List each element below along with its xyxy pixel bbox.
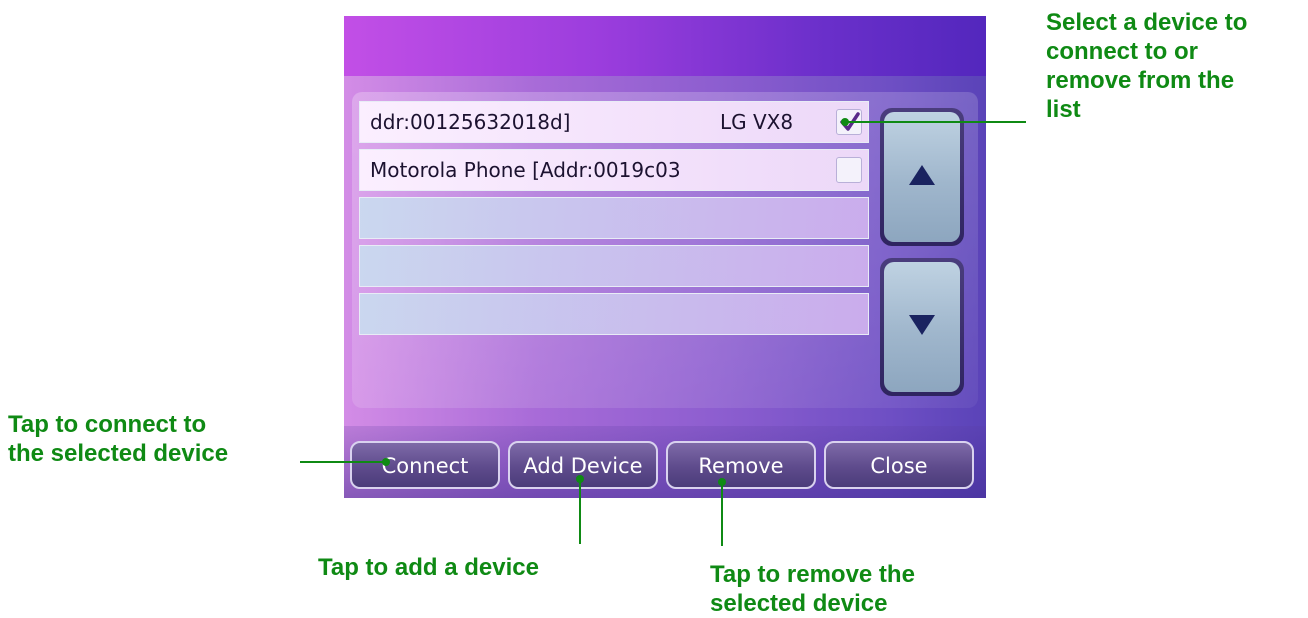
add-callout-dot bbox=[576, 475, 584, 483]
remove-callout-dot bbox=[718, 478, 726, 486]
select-device-callout: Select a device to connect to or remove … bbox=[1046, 9, 1248, 123]
select-callout-dot bbox=[841, 118, 849, 126]
connect-callout-dot bbox=[382, 458, 390, 466]
remove-callout: Tap to remove the selected device bbox=[710, 561, 915, 617]
add-device-callout: Tap to add a device bbox=[318, 554, 539, 581]
connect-callout: Tap to connect to the selected device bbox=[8, 411, 229, 467]
